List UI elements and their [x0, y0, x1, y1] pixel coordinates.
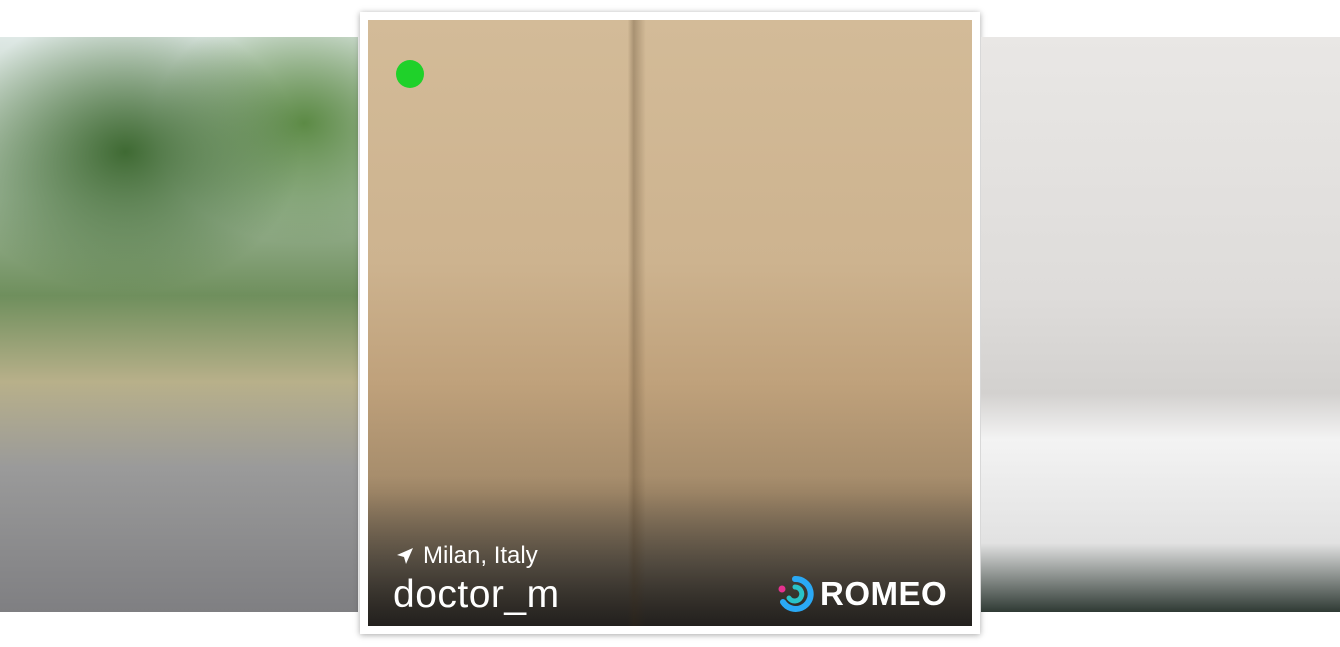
location-label: Milan, Italy [423, 542, 538, 569]
online-status-icon [396, 60, 424, 88]
profile-username: doctor_m [393, 573, 560, 616]
brand-logo: ROMEO [776, 575, 947, 613]
romeo-logo-icon [778, 576, 814, 612]
location-arrow-icon [397, 548, 413, 564]
brand-name: ROMEO [820, 575, 948, 612]
profile-photo-next[interactable] [981, 37, 1340, 612]
profile-card[interactable]: Milan, Italy doctor_m ROMEO [360, 12, 980, 634]
profile-location: Milan, Italy [395, 542, 538, 570]
profile-photo-previous[interactable] [0, 37, 358, 612]
profile-photo-main[interactable]: Milan, Italy doctor_m ROMEO [368, 20, 972, 626]
